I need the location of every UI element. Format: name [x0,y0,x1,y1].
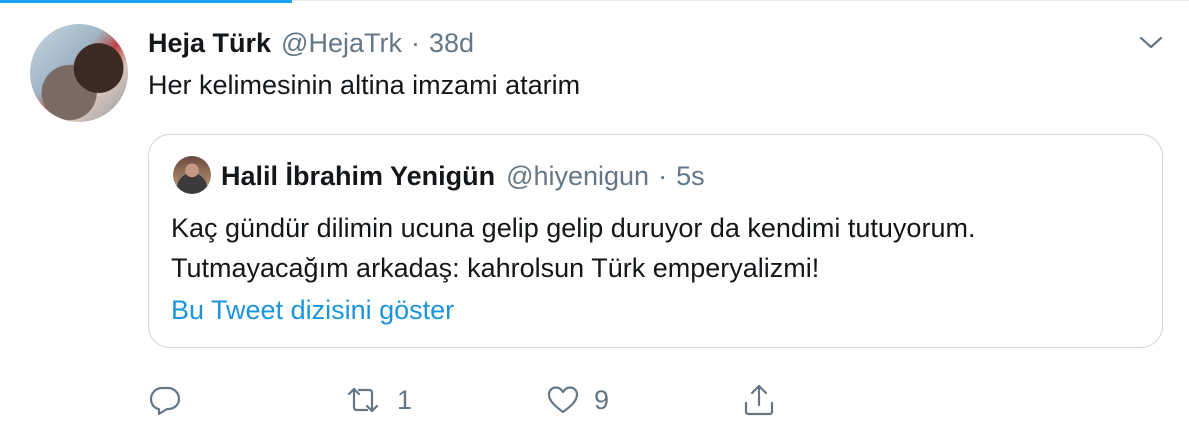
quoted-author-name: Halil İbrahim Yenigün [221,161,496,191]
show-thread-link[interactable]: Bu Tweet dizisini göster [171,292,454,328]
avatar[interactable] [30,24,128,122]
share-icon [742,383,776,417]
like-count: 9 [594,385,610,415]
tweet-header: Heja Türk @HejaTrk · 38d [148,27,474,59]
reply-button[interactable] [148,380,182,420]
quoted-timestamp: 5s [676,161,705,191]
author-handle[interactable]: @HejaTrk [281,27,402,59]
retweet-button[interactable]: 1 [343,380,412,420]
retweet-count: 1 [397,385,413,415]
chevron-down-icon[interactable] [1138,32,1164,52]
author-name[interactable]: Heja Türk [148,27,271,59]
quoted-header-separator: · [658,161,668,191]
quoted-tweet-card[interactable]: Halil İbrahim Yenigün @hiyenigun · 5s Ka… [148,134,1163,348]
reply-icon [148,383,182,417]
heart-icon [546,383,580,417]
quoted-tweet-text: Kaç gündür dilimin ucuna gelip gelip dur… [171,208,1141,288]
tweet[interactable]: Heja Türk @HejaTrk · 38d Her kelimesinin… [0,0,1189,425]
like-button[interactable]: 9 [546,380,609,420]
quoted-text-line: Tutmayacağım arkadaş: kahrolsun Türk emp… [171,253,820,283]
quoted-author-handle: @hiyenigun [506,161,650,191]
retweet-icon [343,383,383,417]
header-separator: · [410,28,420,58]
quoted-text-line: Kaç gündür dilimin ucuna gelip gelip dur… [171,213,976,243]
tweet-timestamp[interactable]: 38d [429,27,474,59]
quoted-tweet-header: Halil İbrahim Yenigün @hiyenigun · 5s [221,158,705,194]
quoted-avatar[interactable] [173,156,211,194]
tweet-actions: 1 9 [148,380,868,420]
share-button[interactable] [742,380,776,420]
tweet-text: Her kelimesinin altina imzami atarim [148,70,581,100]
